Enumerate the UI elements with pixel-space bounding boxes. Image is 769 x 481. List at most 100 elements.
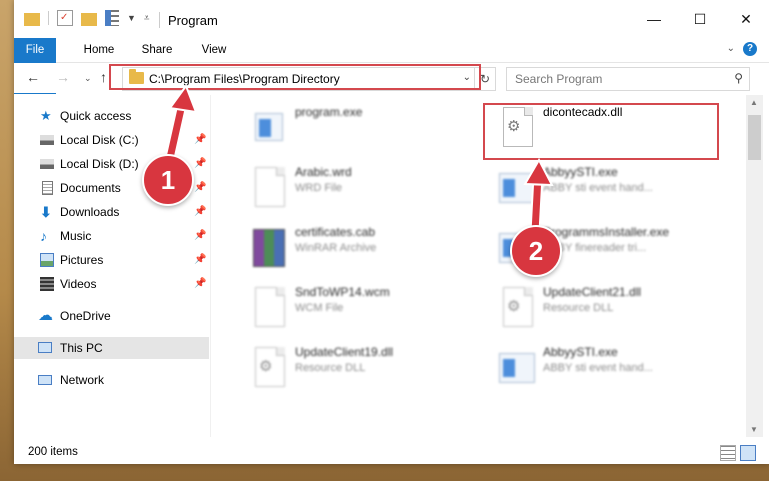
- address-bar-highlight: [109, 64, 481, 90]
- nav-item-this-pc[interactable]: This PC: [14, 337, 209, 359]
- drive-icon: [40, 159, 54, 169]
- back-arrow-icon[interactable]: ←: [26, 69, 40, 85]
- large-icons-view-icon[interactable]: [740, 445, 756, 461]
- help-icon[interactable]: ?: [743, 42, 757, 56]
- file-item[interactable]: ⚙ UpdateClient21.dll Resource DLL: [497, 281, 727, 337]
- file-item[interactable]: SndToWP14.wcm WCM File: [249, 281, 479, 337]
- tab-view[interactable]: View: [192, 38, 236, 62]
- pin-icon: 📌: [194, 254, 207, 265]
- file-item[interactable]: AbbyySTI.exe ABBY sti event hand...: [497, 341, 727, 397]
- file-item[interactable]: Arabic.wrd WRD File: [249, 161, 479, 217]
- exe-icon: [249, 105, 287, 151]
- nav-item-onedrive[interactable]: ☁ OneDrive: [14, 305, 209, 327]
- properties-icon[interactable]: ✓: [57, 10, 73, 26]
- customize-qat-icon[interactable]: ⩡: [144, 13, 150, 24]
- nav-item-music[interactable]: ♪ Music 📌: [14, 225, 209, 247]
- network-icon: [38, 375, 52, 385]
- nav-item-pictures[interactable]: Pictures 📌: [14, 249, 209, 271]
- dll-gear-icon: ⚙: [249, 345, 287, 391]
- scroll-up-icon[interactable]: ▲: [750, 98, 758, 107]
- nav-item-label: Quick access: [60, 109, 132, 123]
- file-type: ABBY sti event hand...: [543, 362, 653, 374]
- file-item[interactable]: AbbyySTI.exe ABBY sti event hand...: [497, 161, 727, 217]
- file-name: UpdateClient19.dll: [295, 345, 394, 359]
- file-type: ABBY sti event hand...: [543, 182, 653, 194]
- nav-item-label: Music: [60, 229, 92, 243]
- up-arrow-icon[interactable]: ↑: [100, 69, 107, 85]
- vertical-scrollbar[interactable]: ▲ ▼: [746, 95, 763, 437]
- dll-gear-icon: ⚙: [497, 285, 535, 331]
- nav-item-quick-access[interactable]: ★ Quick access: [14, 105, 209, 127]
- nav-item-local-disk-c[interactable]: Local Disk (C:) 📌: [14, 129, 209, 151]
- tab-share[interactable]: Share: [134, 38, 180, 62]
- file-item[interactable]: program.exe: [249, 101, 479, 157]
- maximize-button[interactable]: ☐: [677, 0, 723, 38]
- folder-icon[interactable]: [24, 12, 40, 26]
- exe-icon: [497, 345, 535, 391]
- download-icon: ⬇: [40, 204, 52, 220]
- file-name: program.exe: [295, 105, 363, 119]
- documents-icon: [42, 181, 53, 195]
- window-title: Program: [168, 13, 218, 28]
- videos-icon: [40, 277, 54, 291]
- nav-item-label: Network: [60, 373, 105, 387]
- navigation-pane: ★ Quick access Local Disk (C:) 📌 Local D…: [14, 95, 209, 437]
- item-count: 200 items: [28, 446, 78, 458]
- document-icon: [249, 285, 287, 331]
- dll-file-highlight: [483, 103, 719, 160]
- file-name: certificates.cab: [295, 225, 376, 239]
- ribbon-tabs: File Home Share View ⌄ ?: [14, 38, 769, 94]
- file-item[interactable]: certificates.cab WinRAR Archive: [249, 221, 479, 277]
- nav-item-label: Downloads: [60, 205, 120, 219]
- step-callout-1: 1: [142, 154, 194, 206]
- scroll-thumb[interactable]: [748, 115, 761, 160]
- file-name: AbbyySTI.exe: [543, 345, 618, 359]
- pin-icon: 📌: [194, 278, 207, 289]
- close-button[interactable]: ✕: [723, 0, 769, 38]
- pin-icon: 📌: [194, 206, 207, 217]
- search-placeholder: Search Program: [515, 72, 603, 86]
- nav-item-label: Pictures: [60, 253, 104, 267]
- music-icon: ♪: [40, 228, 47, 244]
- search-icon: ⚲: [734, 71, 743, 85]
- pin-icon: 📌: [194, 230, 207, 241]
- pin-icon: 📌: [194, 158, 207, 169]
- step-callout-2: 2: [510, 225, 562, 277]
- computer-icon: [38, 342, 52, 353]
- file-name: UpdateClient21.dll: [543, 285, 642, 299]
- details-view-icon[interactable]: [720, 445, 736, 461]
- expand-ribbon-icon[interactable]: ⌄: [727, 43, 735, 54]
- chevron-down-icon[interactable]: ▼: [127, 13, 136, 23]
- file-type: WCM File: [295, 302, 344, 314]
- pin-icon: 📌: [194, 134, 207, 145]
- minimize-button[interactable]: —: [631, 0, 677, 38]
- winrar-icon: [249, 225, 287, 271]
- file-name: Arabic.wrd: [295, 165, 352, 179]
- recent-locations-icon[interactable]: ⌄: [84, 73, 92, 84]
- search-input[interactable]: Search Program ⚲: [506, 67, 750, 91]
- nav-item-network[interactable]: Network: [14, 369, 209, 391]
- tab-home[interactable]: Home: [76, 38, 122, 62]
- view-options-icon[interactable]: [105, 10, 119, 26]
- file-item[interactable]: ⚙ UpdateClient19.dll Resource DLL: [249, 341, 479, 397]
- file-name: AbbyySTI.exe: [543, 165, 618, 179]
- pin-icon: 📌: [194, 182, 207, 193]
- status-bar: 200 items: [14, 440, 769, 464]
- file-type: Resource DLL: [295, 362, 366, 374]
- file-name: SndToWP14.wcm: [295, 285, 390, 299]
- drive-icon: [40, 135, 54, 145]
- scroll-down-icon[interactable]: ▼: [750, 425, 758, 434]
- file-type: Resource DLL: [543, 302, 614, 314]
- nav-item-label: Local Disk (C:): [60, 133, 139, 147]
- nav-item-label: Documents: [60, 181, 121, 195]
- nav-item-videos[interactable]: Videos 📌: [14, 273, 209, 295]
- cloud-icon: ☁: [38, 307, 53, 324]
- nav-item-downloads[interactable]: ⬇ Downloads 📌: [14, 201, 209, 223]
- nav-item-label: OneDrive: [60, 309, 111, 323]
- document-icon: [249, 165, 287, 211]
- nav-item-label: Local Disk (D:): [60, 157, 139, 171]
- new-folder-icon[interactable]: [81, 12, 97, 26]
- nav-item-label: Videos: [60, 277, 97, 291]
- forward-arrow-icon[interactable]: →: [56, 69, 70, 85]
- star-icon: ★: [40, 108, 52, 123]
